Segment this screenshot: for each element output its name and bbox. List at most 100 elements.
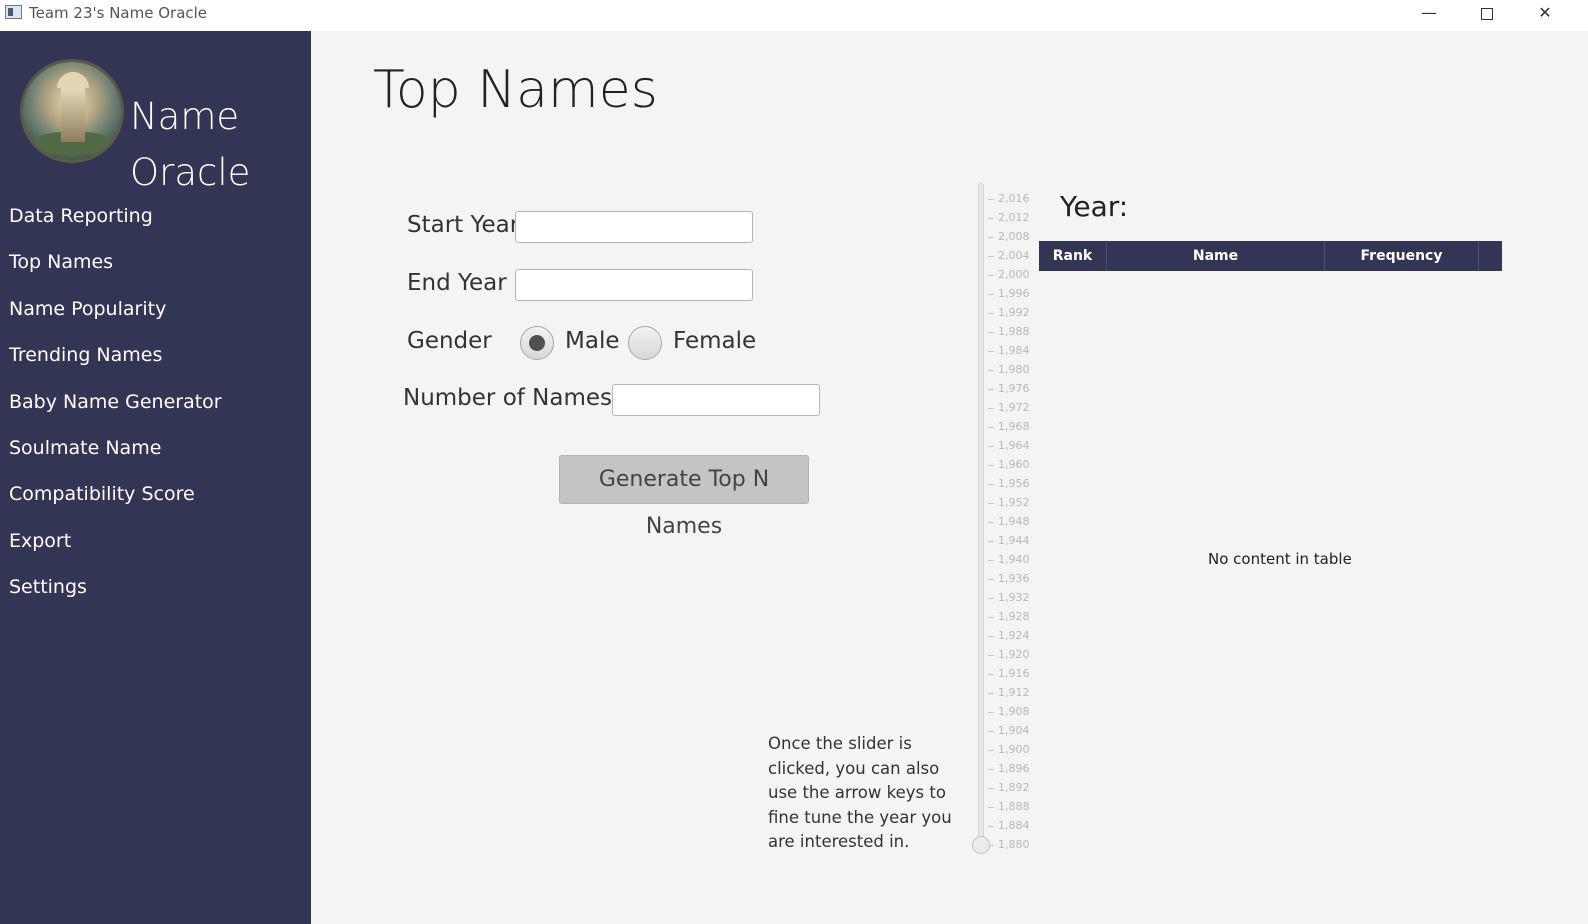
- slider-tick-label: 1,948: [998, 515, 1030, 528]
- minimize-button[interactable]: —: [1406, 0, 1452, 28]
- sidebar-item-data-reporting[interactable]: Data Reporting: [0, 201, 311, 247]
- slider-tick: [988, 446, 994, 447]
- slider-tick-label: 1,984: [998, 344, 1030, 357]
- end-year-label: End Year: [407, 270, 507, 296]
- slider-hint-text: Once the slider is clicked, you can also…: [768, 734, 952, 851]
- slider-tick-label: 1,924: [998, 629, 1030, 642]
- gender-female-label[interactable]: Female: [673, 328, 756, 354]
- end-year-input[interactable]: [515, 269, 753, 301]
- slider-tick: [988, 484, 994, 485]
- slider-tick-label: 1,952: [998, 496, 1030, 509]
- brand-line-2: Oracle: [130, 151, 251, 194]
- slider-tick: [988, 408, 994, 409]
- slider-tick-label: 1,892: [998, 781, 1030, 794]
- column-header-frequency[interactable]: Frequency: [1325, 241, 1479, 271]
- sidebar: Name Oracle Data Reporting Top Names Nam…: [0, 31, 311, 924]
- column-header-rank[interactable]: Rank: [1039, 241, 1107, 271]
- slider-tick: [988, 237, 994, 238]
- brand-line-1: Name: [130, 95, 240, 138]
- slider-tick-label: 1,960: [998, 458, 1030, 471]
- slider-tick: [988, 541, 994, 542]
- sidebar-item-export[interactable]: Export: [0, 526, 311, 572]
- slider-tick: [988, 674, 994, 675]
- slider-tick-label: 2,008: [998, 230, 1030, 243]
- gender-male-label[interactable]: Male: [565, 328, 619, 354]
- generate-top-n-names-button[interactable]: Generate Top N Names: [559, 455, 809, 539]
- slider-tick: [988, 465, 994, 466]
- slider-tick: [988, 427, 994, 428]
- number-of-names-input[interactable]: [612, 384, 820, 416]
- slider-tick: [988, 389, 994, 390]
- gender-male-radio[interactable]: [520, 326, 554, 360]
- slider-tick: [988, 370, 994, 371]
- slider-tick-label: 1,968: [998, 420, 1030, 433]
- slider-tick-label: 1,912: [998, 686, 1030, 699]
- slider-tick: [988, 655, 994, 656]
- brand-title: Name Oracle: [130, 89, 250, 201]
- slider-tick-label: 1,904: [998, 724, 1030, 737]
- slider-tick-label: 1,920: [998, 648, 1030, 661]
- slider-tick-label: 1,936: [998, 572, 1030, 585]
- sidebar-item-trending-names[interactable]: Trending Names: [0, 340, 311, 386]
- app-logo: [20, 59, 124, 163]
- slider-tick-label: 1,976: [998, 382, 1030, 395]
- slider-tick-label: 1,900: [998, 743, 1030, 756]
- slider-tick: [988, 560, 994, 561]
- slider-tick: [988, 807, 994, 808]
- start-year-label: Start Year: [407, 212, 520, 238]
- sidebar-item-top-names[interactable]: Top Names: [0, 247, 311, 293]
- slider-tick-label: 2,016: [998, 192, 1030, 205]
- year-slider-track[interactable]: [978, 183, 984, 847]
- slider-tick: [988, 275, 994, 276]
- slider-tick-label: 2,004: [998, 249, 1030, 262]
- slider-tick: [988, 579, 994, 580]
- slider-tick: [988, 503, 994, 504]
- year-label: Year:: [1060, 190, 1129, 223]
- slider-tick: [988, 769, 994, 770]
- slider-tick: [988, 256, 994, 257]
- slider-tick-label: 1,896: [998, 762, 1030, 775]
- slider-tick-label: 1,940: [998, 553, 1030, 566]
- slider-tick: [988, 218, 994, 219]
- minimize-icon: —: [1421, 3, 1437, 22]
- sidebar-item-name-popularity[interactable]: Name Popularity: [0, 294, 311, 340]
- maximize-button[interactable]: [1464, 0, 1510, 28]
- close-icon: ✕: [1538, 3, 1552, 22]
- slider-tick-label: 1,880: [998, 838, 1030, 851]
- slider-tick-label: 1,992: [998, 306, 1030, 319]
- slider-tick: [988, 693, 994, 694]
- sidebar-item-soulmate-name[interactable]: Soulmate Name: [0, 433, 311, 479]
- maximize-icon: [1481, 7, 1493, 20]
- slider-tick: [988, 294, 994, 295]
- slider-tick: [988, 617, 994, 618]
- slider-tick-label: 1,944: [998, 534, 1030, 547]
- slider-tick: [988, 522, 994, 523]
- column-header-name[interactable]: Name: [1107, 241, 1325, 271]
- slider-tick-label: 1,884: [998, 819, 1030, 832]
- column-header-filler: [1479, 241, 1502, 271]
- slider-tick-label: 1,972: [998, 401, 1030, 414]
- slider-tick-label: 2,012: [998, 211, 1030, 224]
- slider-tick: [988, 332, 994, 333]
- results-table: Rank Name Frequency: [1039, 241, 1502, 271]
- slider-tick-label: 1,888: [998, 800, 1030, 813]
- gender-female-radio[interactable]: [628, 326, 662, 360]
- number-of-names-label: Number of Names: [403, 385, 613, 411]
- slider-tick: [988, 750, 994, 751]
- slider-tick-label: 1,928: [998, 610, 1030, 623]
- year-slider-thumb[interactable]: [972, 836, 990, 854]
- sidebar-item-settings[interactable]: Settings: [0, 572, 311, 618]
- sidebar-nav: Data Reporting Top Names Name Popularity…: [0, 201, 311, 619]
- window-title: Team 23's Name Oracle: [29, 4, 208, 22]
- start-year-input[interactable]: [515, 211, 753, 243]
- close-button[interactable]: ✕: [1522, 0, 1568, 28]
- slider-tick: [988, 712, 994, 713]
- gender-label: Gender: [407, 328, 492, 354]
- slider-tick: [988, 199, 994, 200]
- slider-tick: [988, 826, 994, 827]
- sidebar-item-compatibility-score[interactable]: Compatibility Score: [0, 479, 311, 525]
- slider-tick: [988, 636, 994, 637]
- app-icon: [5, 5, 22, 19]
- sidebar-item-baby-name-generator[interactable]: Baby Name Generator: [0, 387, 311, 433]
- slider-tick-label: 1,932: [998, 591, 1030, 604]
